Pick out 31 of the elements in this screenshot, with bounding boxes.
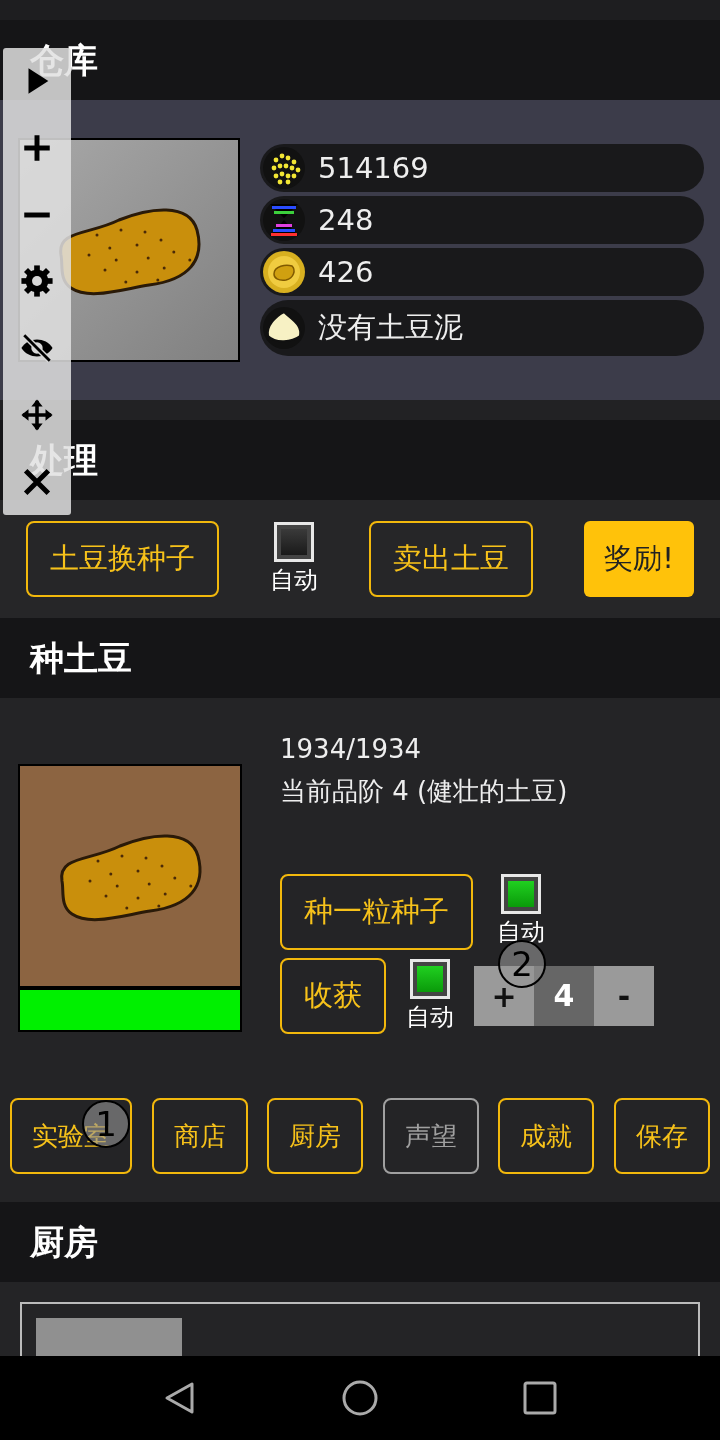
auto-label: 自动 <box>406 1002 454 1033</box>
section-header: 种土豆 <box>0 618 720 698</box>
nav-button[interactable]: 成就 <box>498 1098 595 1174</box>
auto-label: 自动 <box>497 917 545 948</box>
resource-value: 514169 <box>318 151 429 185</box>
resource-value: 没有土豆泥 <box>318 309 463 346</box>
recents-icon[interactable] <box>522 1380 558 1416</box>
resource-value: 248 <box>318 203 374 237</box>
reward-button[interactable]: 奖励! <box>584 521 694 597</box>
progress-text: 1934/1934 <box>280 733 423 766</box>
eye-off-icon[interactable] <box>20 331 54 366</box>
stepper-value: 4 <box>534 966 594 1026</box>
nav-button[interactable]: 保存 <box>613 1098 710 1174</box>
coin-icon <box>262 250 306 294</box>
settings-icon[interactable] <box>20 264 54 299</box>
action-button[interactable]: 卖出土豆 <box>369 521 534 597</box>
home-icon[interactable] <box>342 1380 378 1416</box>
nav-button[interactable]: 商店 <box>151 1098 248 1174</box>
auto-checkbox[interactable] <box>501 874 541 914</box>
harvest-button[interactable]: 收获 <box>280 958 386 1034</box>
action-button[interactable]: 土豆换种子 <box>26 521 219 597</box>
auto-checkbox[interactable] <box>410 959 450 999</box>
resource-value: 426 <box>318 255 374 289</box>
nav-button[interactable]: 厨房 <box>267 1098 364 1174</box>
auto-label: 自动 <box>270 565 319 596</box>
move-icon[interactable] <box>20 397 54 432</box>
plant-button[interactable]: 种一粒种子 <box>280 874 473 950</box>
quality-text: 当前品阶 4 (健壮的土豆) <box>280 775 569 808</box>
auto-checkbox[interactable] <box>274 522 315 562</box>
minus-button[interactable]: - <box>594 966 654 1026</box>
section-header: 厨房 <box>0 1202 720 1282</box>
